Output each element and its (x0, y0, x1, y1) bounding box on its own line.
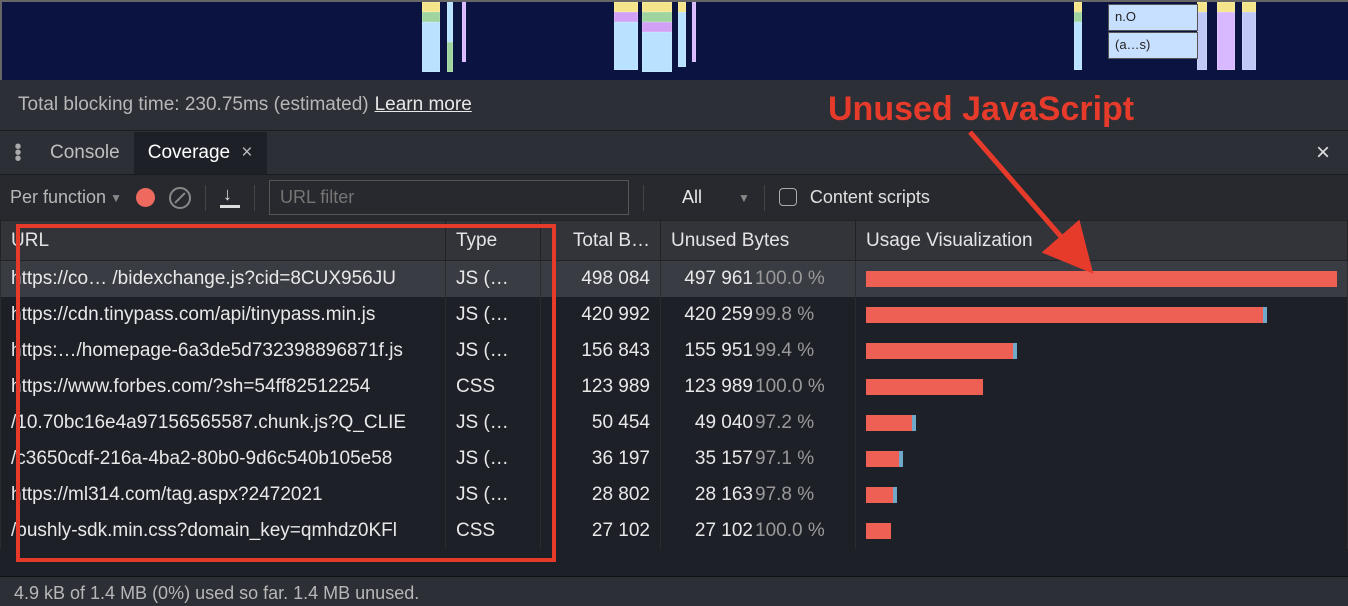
checkbox-icon[interactable] (779, 188, 797, 206)
granularity-label: Per function (10, 187, 106, 208)
cell-total-bytes: 50 454 (541, 405, 661, 441)
toolbar-divider (764, 185, 765, 211)
chevron-down-icon: ▼ (110, 191, 122, 205)
annotation-label: Unused JavaScript (828, 90, 1134, 129)
cell-url: /c3650cdf-216a-4ba2-80b0-9d6c540b105e58 (1, 441, 446, 477)
cell-url: /10.70bc16e4a97156565587.chunk.js?Q_CLIE (1, 405, 446, 441)
tab-coverage-label: Coverage (148, 142, 230, 163)
col-header-total[interactable]: Total B… (541, 221, 661, 261)
flame-cell-label: n.O (1108, 4, 1198, 31)
col-header-unused[interactable]: Unused Bytes (661, 221, 856, 261)
status-bar: 4.9 kB of 1.4 MB (0%) used so far. 1.4 M… (0, 576, 1348, 606)
type-filter-value: All (682, 187, 702, 208)
blocking-time-text: Total blocking time: 230.75ms (estimated… (18, 94, 369, 116)
table-row[interactable]: /10.70bc16e4a97156565587.chunk.js?Q_CLIE… (1, 405, 1348, 441)
url-filter-input[interactable] (269, 180, 629, 215)
cell-usage-viz (856, 441, 1348, 477)
cell-unused-bytes: 497 961100.0 % (661, 261, 856, 297)
table-row[interactable]: https://co… /bidexchange.js?cid=8CUX956J… (1, 261, 1348, 297)
col-header-url[interactable]: URL (1, 221, 446, 261)
cell-type: JS (… (446, 405, 541, 441)
table-row[interactable]: https:…/homepage-6a3de5d732398896871f.js… (1, 333, 1348, 369)
clear-icon[interactable] (169, 187, 191, 209)
cell-type: CSS (446, 513, 541, 549)
close-drawer-icon[interactable]: × (1316, 139, 1330, 167)
cell-usage-viz (856, 297, 1348, 333)
cell-url: https://ml314.com/tag.aspx?2472021 (1, 477, 446, 513)
toolbar-divider (205, 185, 206, 211)
toolbar-divider (643, 185, 644, 211)
performance-flame-strip[interactable]: n.O (a…s) (0, 0, 1348, 80)
content-scripts-toggle[interactable]: Content scripts (779, 187, 930, 208)
cell-unused-bytes: 35 15797.1 % (661, 441, 856, 477)
granularity-select[interactable]: Per function ▼ (10, 187, 122, 208)
cell-usage-viz (856, 369, 1348, 405)
drawer-tab-strip: ••• Console Coverage × × (0, 130, 1348, 174)
cell-total-bytes: 156 843 (541, 333, 661, 369)
cell-url: https://www.forbes.com/?sh=54ff82512254 (1, 369, 446, 405)
cell-unused-bytes: 123 989100.0 % (661, 369, 856, 405)
cell-total-bytes: 420 992 (541, 297, 661, 333)
cell-usage-viz (856, 513, 1348, 549)
cell-url: https://cdn.tinypass.com/api/tinypass.mi… (1, 297, 446, 333)
cell-type: JS (… (446, 441, 541, 477)
table-row[interactable]: https://www.forbes.com/?sh=54ff82512254C… (1, 369, 1348, 405)
cell-total-bytes: 123 989 (541, 369, 661, 405)
kebab-menu-icon[interactable]: ••• (0, 144, 36, 162)
cell-type: JS (… (446, 477, 541, 513)
table-row[interactable]: https://ml314.com/tag.aspx?2472021JS (…2… (1, 477, 1348, 513)
cell-unused-bytes: 28 16397.8 % (661, 477, 856, 513)
blocking-time-bar: Total blocking time: 230.75ms (estimated… (0, 80, 1348, 130)
cell-usage-viz (856, 477, 1348, 513)
coverage-toolbar: Per function ▼ All ▼ Content scripts (0, 174, 1348, 220)
table-row[interactable]: https://cdn.tinypass.com/api/tinypass.mi… (1, 297, 1348, 333)
export-icon[interactable] (220, 188, 240, 208)
type-filter-select[interactable]: All ▼ (682, 187, 750, 208)
cell-type: JS (… (446, 261, 541, 297)
cell-usage-viz (856, 405, 1348, 441)
cell-url: https://co… /bidexchange.js?cid=8CUX956J… (1, 261, 446, 297)
table-header-row: URL Type Total B… Unused Bytes Usage Vis… (1, 221, 1348, 261)
col-header-type[interactable]: Type (446, 221, 541, 261)
cell-type: JS (… (446, 333, 541, 369)
status-text: 4.9 kB of 1.4 MB (0%) used so far. 1.4 M… (14, 583, 419, 603)
cell-total-bytes: 36 197 (541, 441, 661, 477)
cell-url: https:…/homepage-6a3de5d732398896871f.js (1, 333, 446, 369)
toolbar-divider (254, 185, 255, 211)
tab-coverage[interactable]: Coverage × (134, 132, 267, 174)
record-button[interactable] (136, 188, 155, 207)
close-tab-icon[interactable]: × (241, 142, 252, 163)
cell-type: JS (… (446, 297, 541, 333)
col-header-viz[interactable]: Usage Visualization (856, 221, 1348, 261)
cell-unused-bytes: 155 95199.4 % (661, 333, 856, 369)
flame-cell-label: (a…s) (1108, 32, 1198, 59)
coverage-table: URL Type Total B… Unused Bytes Usage Vis… (0, 220, 1348, 549)
cell-unused-bytes: 420 25999.8 % (661, 297, 856, 333)
cell-total-bytes: 27 102 (541, 513, 661, 549)
chevron-down-icon: ▼ (738, 191, 750, 205)
table-row[interactable]: /pushly-sdk.min.css?domain_key=qmhdz0KFl… (1, 513, 1348, 549)
cell-url: /pushly-sdk.min.css?domain_key=qmhdz0KFl (1, 513, 446, 549)
cell-total-bytes: 28 802 (541, 477, 661, 513)
cell-type: CSS (446, 369, 541, 405)
cell-total-bytes: 498 084 (541, 261, 661, 297)
cell-usage-viz (856, 261, 1348, 297)
cell-unused-bytes: 27 102100.0 % (661, 513, 856, 549)
content-scripts-label: Content scripts (810, 187, 930, 207)
cell-usage-viz (856, 333, 1348, 369)
table-row[interactable]: /c3650cdf-216a-4ba2-80b0-9d6c540b105e58J… (1, 441, 1348, 477)
cell-unused-bytes: 49 04097.2 % (661, 405, 856, 441)
learn-more-link[interactable]: Learn more (375, 94, 472, 116)
tab-console[interactable]: Console (36, 132, 134, 174)
